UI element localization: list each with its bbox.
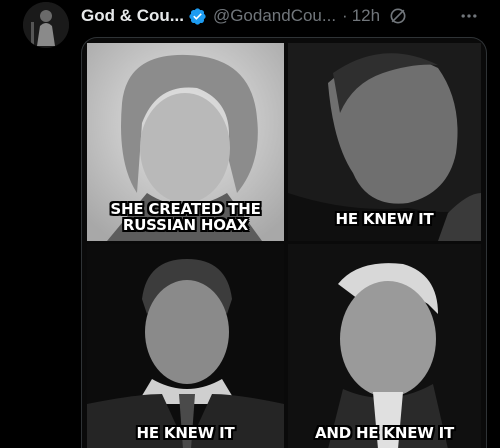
- grok-icon[interactable]: [388, 6, 408, 26]
- avatar[interactable]: [23, 2, 69, 48]
- meme-caption-3: HE KNEW IT: [136, 424, 235, 442]
- separator-dot: ·: [342, 6, 348, 25]
- meme-caption-1: SHE CREATED THE RUSSIAN HOAX: [110, 200, 261, 234]
- timestamp[interactable]: 12h: [352, 6, 380, 26]
- meme-panel-3: HE KNEW IT: [87, 244, 284, 448]
- verified-badge-icon: [188, 7, 207, 26]
- display-name[interactable]: God & Cou...: [81, 6, 184, 26]
- tweet-header: God & Cou... @GodandCou... · 12h: [81, 5, 408, 27]
- more-icon[interactable]: [456, 6, 482, 26]
- meme-panel-2: HE KNEW IT: [288, 43, 481, 241]
- meme-caption-2: HE KNEW IT: [335, 210, 434, 228]
- meme-panel-1: SHE CREATED THE RUSSIAN HOAX: [87, 43, 284, 241]
- tweet[interactable]: God & Cou... @GodandCou... · 12h SHE CRE…: [0, 0, 500, 448]
- tweet-media-image[interactable]: SHE CREATED THE RUSSIAN HOAX HE KNEW IT: [81, 37, 487, 448]
- handle[interactable]: @GodandCou...: [213, 6, 336, 26]
- meme-caption-4: AND HE KNEW IT: [314, 424, 455, 442]
- meme-panel-4: AND HE KNEW IT: [288, 244, 481, 448]
